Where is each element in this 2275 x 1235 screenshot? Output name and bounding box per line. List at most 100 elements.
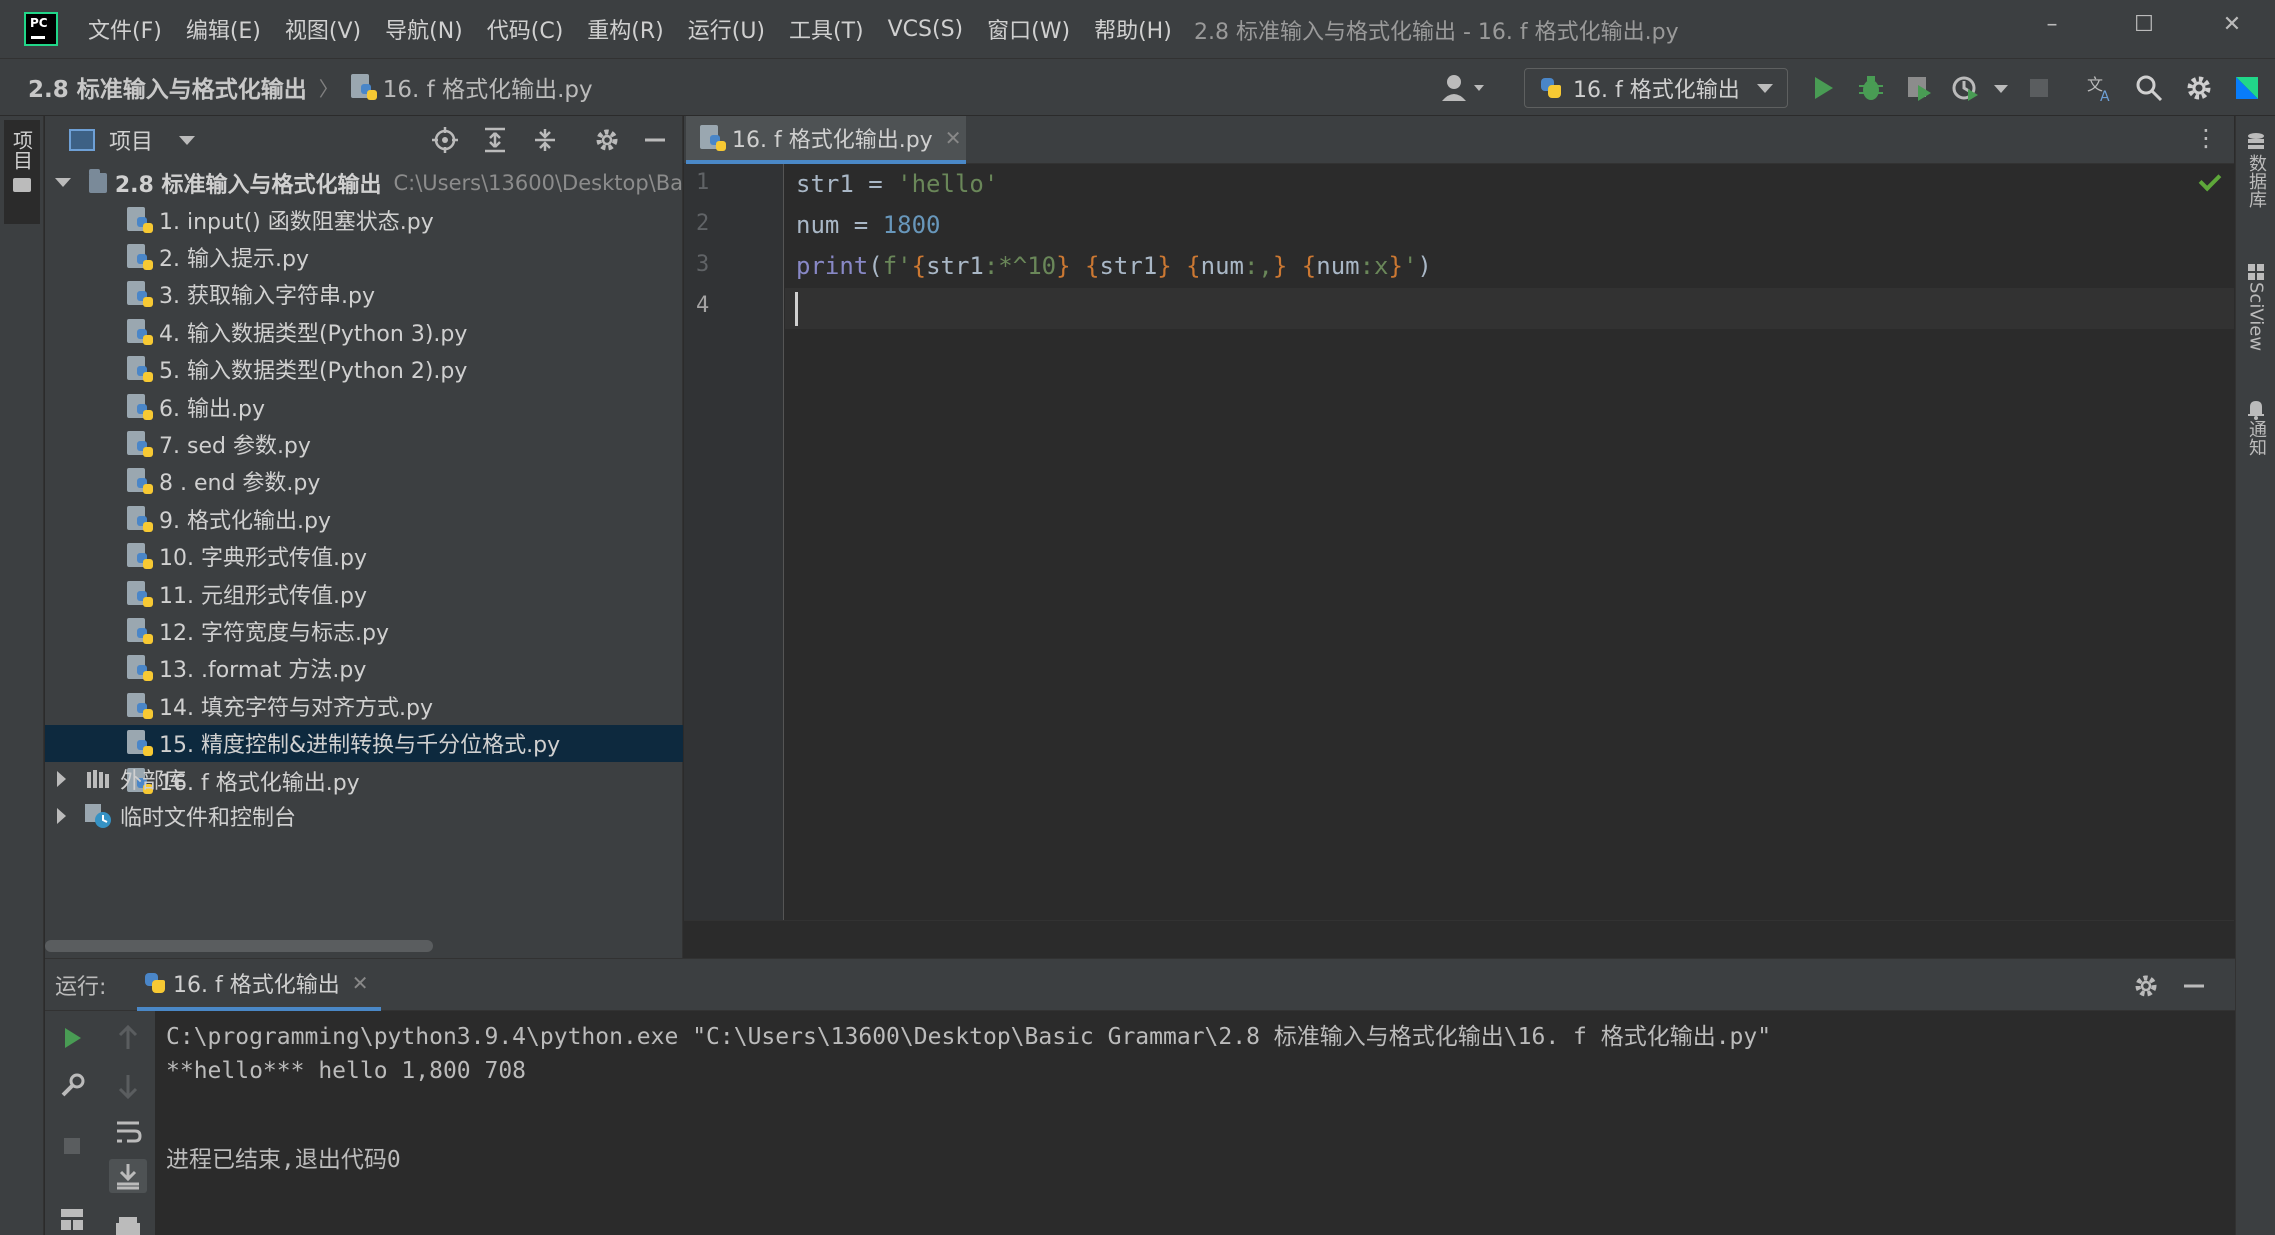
menu-window[interactable]: 窗口(W) [987, 13, 1070, 45]
run-configuration-label: 16. f 格式化输出 [1573, 78, 1740, 103]
print-icon[interactable] [113, 1211, 143, 1235]
tree-file-label: 10. 字典形式传值.py [159, 546, 367, 572]
breadcrumb-project[interactable]: 2.8 标准输入与格式化输出 [28, 70, 307, 104]
more-run-options-icon[interactable] [1986, 73, 2016, 103]
menu-refactor[interactable]: 重构(R) [587, 13, 663, 45]
tree-root-folder[interactable]: 2.8 标准输入与格式化输出 C:\Users\13600\Desktop\Ba [45, 164, 683, 201]
collapse-all-icon[interactable] [531, 126, 559, 154]
run-configuration-select[interactable]: 16. f 格式化输出 [1524, 68, 1788, 108]
project-strip-label: 项目 [9, 130, 34, 170]
rerun-icon[interactable] [57, 1023, 87, 1053]
profile-icon[interactable] [1950, 73, 1980, 103]
code-editor[interactable]: str1 = 'hello' num = 1800 print(f'{str1:… [785, 164, 2234, 920]
tree-file-item[interactable]: 7. sed 参数.py [45, 425, 683, 462]
pycharm-logo-icon[interactable]: PC [24, 12, 58, 46]
menu-vcs[interactable]: VCS(S) [888, 17, 964, 42]
tree-file-item[interactable]: 6. 输出.py [45, 388, 683, 425]
tree-scratches-consoles[interactable]: 临时文件和控制台 [45, 797, 683, 834]
tree-file-item[interactable]: 5. 输入数据类型(Python 2).py [45, 351, 683, 388]
jetbrains-toolbox-icon[interactable] [2232, 73, 2262, 103]
notifications-tool-button[interactable]: 通知 [2242, 398, 2270, 456]
run-with-coverage-icon[interactable] [1904, 73, 1934, 103]
database-tool-button[interactable]: 数据库 [2242, 132, 2270, 208]
menu-view[interactable]: 视图(V) [285, 13, 361, 45]
layout-icon[interactable] [57, 1205, 87, 1235]
tree-file-item[interactable]: 12. 字符宽度与标志.py [45, 612, 683, 649]
horizontal-scrollbar[interactable] [45, 940, 433, 952]
stop-icon[interactable] [2024, 73, 2054, 103]
run-console-output[interactable]: C:\programming\python3.9.4\python.exe "C… [155, 1011, 2235, 1235]
arrow-down-icon[interactable] [113, 1071, 143, 1101]
python-file-icon [350, 74, 377, 100]
line-number-gutter: 1 2 3 4 [684, 164, 784, 920]
tree-file-label: 11. 元组形式传值.py [159, 583, 367, 609]
left-tool-window-strip: 项目 [0, 116, 44, 1235]
sciview-tool-button[interactable]: SciView [2242, 262, 2270, 351]
tree-file-item[interactable]: 11. 元组形式传值.py [45, 575, 683, 612]
code-line-3[interactable]: print(f'{str1:*^10} {str1} {num:,} {num:… [796, 252, 1432, 280]
stop-process-icon[interactable] [57, 1131, 87, 1161]
soft-wrap-icon[interactable] [113, 1117, 143, 1147]
menu-code[interactable]: 代码(C) [487, 13, 564, 45]
menu-navigate[interactable]: 导航(N) [385, 13, 463, 45]
line-number: 3 [696, 252, 710, 277]
menu-run[interactable]: 运行(U) [688, 13, 765, 45]
menu-help[interactable]: 帮助(H) [1094, 13, 1172, 45]
tree-file-item[interactable]: 10. 字典形式传值.py [45, 538, 683, 575]
panel-settings-gear-icon[interactable] [593, 126, 621, 154]
debug-icon[interactable] [1856, 73, 1886, 103]
code-line-1[interactable]: str1 = 'hello' [796, 170, 998, 198]
sciview-icon [2248, 264, 2264, 280]
close-run-tab-icon[interactable]: ✕ [352, 971, 369, 995]
chevron-down-icon[interactable] [179, 135, 196, 145]
expand-arrow-icon[interactable] [57, 807, 66, 824]
hide-run-panel-icon[interactable] [2179, 971, 2209, 1001]
menu-file[interactable]: 文件(F) [88, 13, 162, 45]
project-tool-window-button[interactable]: 项目 [4, 120, 40, 224]
tree-file-item[interactable]: 4. 输入数据类型(Python 3).py [45, 313, 683, 350]
tree-file-item[interactable]: 8 . end 参数.py [45, 463, 683, 500]
tree-file-item[interactable]: 13. .format 方法.py [45, 650, 683, 687]
more-options-icon[interactable]: ⋮ [2194, 124, 2218, 152]
arrow-up-icon[interactable] [113, 1023, 143, 1053]
inspection-ok-check-icon[interactable] [2198, 168, 2222, 192]
settings-gear-icon[interactable] [2184, 73, 2214, 103]
user-account-icon[interactable] [1440, 73, 1490, 103]
tree-file-item[interactable]: 15. 精度控制&进制转换与千分位格式.py [45, 724, 683, 762]
search-icon[interactable] [2134, 73, 2164, 103]
close-tab-icon[interactable]: ✕ [945, 126, 962, 150]
menu-edit[interactable]: 编辑(E) [186, 13, 261, 45]
chevron-down-icon [1757, 84, 1773, 93]
hide-panel-icon[interactable] [641, 126, 669, 154]
run-icon[interactable] [1808, 73, 1838, 103]
logo-text: PC [30, 16, 48, 30]
tree-file-item[interactable]: 2. 输入提示.py [45, 238, 683, 275]
tree-file-item[interactable]: 1. input() 函数阻塞状态.py [45, 201, 683, 238]
minimize-icon[interactable]: – [2032, 12, 2072, 37]
code-line-2[interactable]: num = 1800 [796, 211, 941, 239]
tree-external-libraries[interactable]: 外部库 [45, 760, 683, 797]
run-tab-active[interactable]: 16. f 格式化输出 ✕ [137, 959, 381, 1011]
tree-file-item[interactable]: 14. 填充字符与对齐方式.py [45, 687, 683, 724]
wrench-icon[interactable] [57, 1071, 87, 1101]
editor-tab-active[interactable]: 16. f 格式化输出.py ✕ [686, 116, 966, 164]
python-file-icon [127, 505, 153, 532]
menu-tools[interactable]: 工具(T) [789, 13, 864, 45]
window-title: 2.8 标准输入与格式化输出 - 16. f 格式化输出.py [1194, 20, 1679, 45]
breadcrumb-file[interactable]: 16. f 格式化输出.py [383, 70, 593, 104]
tree-file-label: 14. 填充字符与对齐方式.py [159, 695, 433, 721]
translate-icon[interactable]: 文A [2086, 73, 2116, 103]
project-view-title[interactable]: 项目 [109, 124, 153, 156]
maximize-icon[interactable]: ☐ [2124, 12, 2164, 37]
run-settings-gear-icon[interactable] [2131, 971, 2161, 1001]
expand-arrow-icon[interactable] [57, 770, 66, 787]
expand-all-icon[interactable] [481, 126, 509, 154]
close-window-icon[interactable]: ✕ [2212, 12, 2252, 37]
editor-tab-label: 16. f 格式化输出.py [732, 128, 933, 153]
locate-file-icon[interactable] [431, 126, 459, 154]
tree-file-item[interactable]: 9. 格式化输出.py [45, 500, 683, 537]
tree-file-label: 7. sed 参数.py [159, 433, 311, 459]
tree-file-item[interactable]: 3. 获取输入字符串.py [45, 276, 683, 313]
expand-arrow-icon[interactable] [55, 178, 71, 187]
scroll-to-end-toggle[interactable] [109, 1159, 147, 1193]
